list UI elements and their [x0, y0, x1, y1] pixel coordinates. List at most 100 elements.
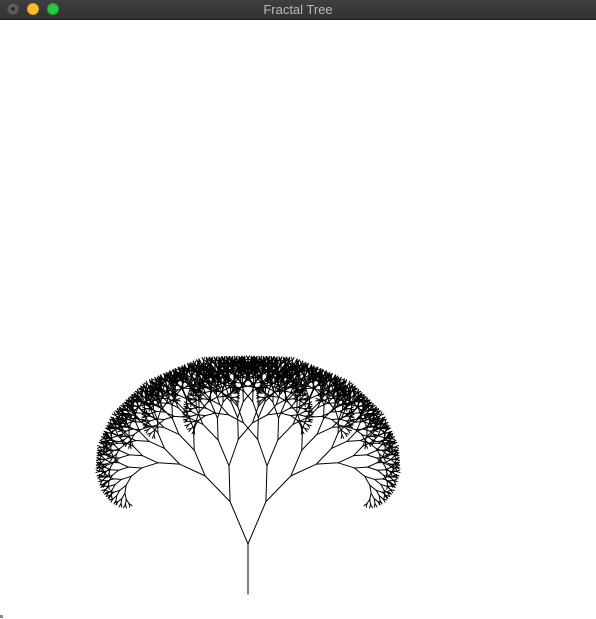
tree-branch — [114, 478, 122, 485]
tree-branch — [337, 455, 355, 464]
tree-branch — [123, 503, 126, 509]
tree-branch — [373, 503, 376, 508]
fractal-tree — [95, 355, 401, 595]
tree-branch — [155, 418, 165, 420]
tree-branch — [366, 454, 378, 459]
tree-branch — [323, 408, 334, 420]
tree-branch — [242, 390, 253, 402]
tree-branch — [374, 414, 380, 418]
tree-branch — [210, 401, 218, 419]
tree-branch — [112, 478, 122, 480]
tree-branch — [104, 459, 112, 463]
tree-branch — [228, 438, 239, 467]
tree-branch — [164, 447, 181, 465]
tree-branch — [337, 462, 355, 469]
tree-branch — [265, 475, 292, 503]
tree-branch — [315, 447, 332, 465]
tree-branch — [119, 450, 130, 456]
tree-branch — [257, 438, 268, 467]
tree-branch — [124, 492, 127, 500]
tree-branch — [130, 467, 143, 477]
tree-branch — [204, 475, 231, 503]
tree-branch — [298, 414, 306, 417]
tree-branch — [191, 411, 198, 416]
tree-branch — [178, 433, 195, 451]
tree-branch — [383, 494, 386, 500]
tree-branch — [301, 433, 318, 451]
tree-branch — [375, 449, 385, 452]
tree-branch — [141, 462, 159, 469]
tree-branch — [200, 391, 207, 393]
tree-branch — [315, 397, 320, 401]
window-corner-mark — [0, 615, 3, 618]
tree-branch — [259, 396, 266, 399]
tree-branch — [374, 478, 382, 485]
tree-branch — [128, 454, 143, 457]
tree-branch — [118, 462, 129, 468]
tree-branch — [376, 461, 386, 464]
tree-branch — [395, 470, 401, 474]
tree-branch — [354, 421, 364, 423]
app-window: Fractal Tree — [0, 0, 596, 619]
tree-branch — [235, 386, 242, 389]
tree-branch — [173, 415, 188, 418]
tree-branch — [156, 411, 166, 413]
tree-branch — [230, 401, 239, 419]
tree-branch — [97, 444, 102, 448]
tree-branch — [393, 464, 399, 467]
tree-branch — [291, 356, 295, 362]
tree-branch — [367, 466, 378, 471]
tree-branch — [229, 501, 249, 545]
tree-branch — [370, 492, 375, 500]
tree-branch — [267, 412, 282, 416]
window-title: Fractal Tree — [263, 2, 333, 17]
tree-branch — [126, 421, 134, 425]
tree-branch — [376, 469, 385, 476]
tree-branch — [121, 492, 126, 500]
tree-branch — [303, 410, 310, 413]
tree-branch — [369, 442, 379, 445]
tree-branch — [308, 415, 323, 418]
tree-branch — [257, 417, 259, 440]
tree-branch — [267, 404, 277, 416]
tree-branch — [125, 498, 127, 505]
tree-branch — [190, 414, 198, 417]
tree-branch — [111, 469, 120, 476]
tree-branch — [371, 440, 381, 443]
tree-branch — [139, 431, 150, 442]
tree-branch — [111, 435, 119, 439]
tree-branch — [109, 469, 120, 471]
tree-branch — [141, 455, 159, 464]
tree-branch — [277, 423, 294, 441]
tree-branch — [118, 503, 122, 508]
tree-branch — [340, 434, 343, 440]
tree-branch — [132, 421, 142, 423]
tree-branch — [131, 428, 141, 431]
tree-branch — [277, 417, 280, 441]
tree-branch — [191, 399, 198, 401]
tree-branch — [374, 478, 384, 480]
tree-branch — [306, 362, 309, 368]
tree-branch — [301, 427, 303, 451]
tree-branch — [266, 439, 279, 467]
tree-branch — [251, 376, 258, 379]
tree-branch — [376, 469, 387, 471]
tree-branch — [204, 412, 216, 417]
tree-branch — [353, 454, 368, 457]
tree-branch — [346, 431, 357, 442]
tree-branch — [217, 439, 230, 467]
tree-branch — [353, 467, 366, 477]
tree-branch — [126, 418, 134, 423]
tree-branch — [157, 462, 181, 465]
tree-branch — [257, 401, 266, 419]
tree-branch — [243, 390, 254, 402]
title-bar[interactable]: Fractal Tree — [0, 0, 596, 20]
tree-branch — [300, 398, 307, 400]
tree-branch — [214, 412, 229, 416]
tree-branch — [389, 476, 395, 481]
tree-branch — [265, 465, 268, 503]
tree-branch — [369, 435, 379, 437]
tree-branch — [353, 445, 364, 457]
tree-branch — [110, 461, 120, 464]
tree-branch — [118, 466, 129, 471]
